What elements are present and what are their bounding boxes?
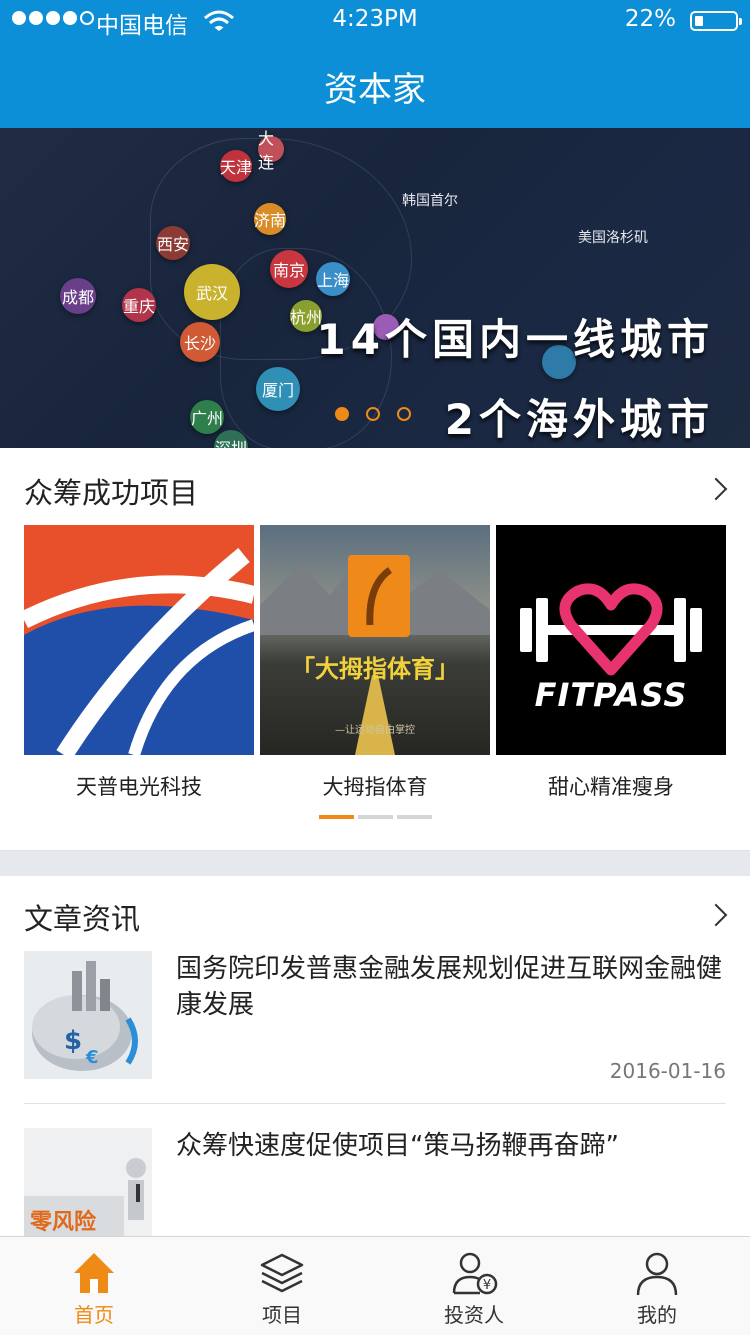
- battery-icon: [690, 11, 742, 31]
- carousel-dot[interactable]: [397, 407, 411, 421]
- section-title-crowdfunding: 众筹成功项目: [24, 476, 199, 510]
- city-bubble: 上海: [316, 262, 350, 296]
- project-image: FITPASS: [496, 525, 726, 755]
- pager-segment: [397, 815, 432, 819]
- tab-label: 首页: [74, 1303, 114, 1327]
- city-bubble: 南京: [270, 250, 308, 288]
- carousel-dot[interactable]: [366, 407, 380, 421]
- article-item[interactable]: $ € 国务院印发普惠金融发展规划促进互联网金融健康发展 2016-01-16: [24, 951, 726, 1083]
- tab-projects[interactable]: 项目: [222, 1237, 342, 1335]
- article-title: 众筹快速度促使项目“策马扬鞭再奋蹄”: [176, 1131, 619, 1161]
- pager-segment: [319, 815, 354, 819]
- article-title: 国务院印发普惠金融发展规划促进互联网金融健康发展: [176, 954, 723, 1020]
- article-item[interactable]: 零风险 众筹快速度促使项目“策马扬鞭再奋蹄”: [24, 1128, 726, 1236]
- city-bubble: 长沙: [180, 322, 220, 362]
- project-image: 「大拇指体育」 —让运动自由掌控: [260, 525, 490, 755]
- project-image-text: FITPASS: [534, 676, 688, 714]
- profile-icon: [636, 1252, 678, 1296]
- city-bubble: 厦门: [256, 367, 300, 411]
- city-label-la: 美国洛杉矶: [578, 230, 648, 246]
- chevron-right-icon[interactable]: [704, 903, 728, 927]
- carousel-dot[interactable]: [335, 407, 349, 421]
- chevron-right-icon[interactable]: [704, 477, 728, 501]
- tab-home[interactable]: 首页: [34, 1237, 154, 1335]
- home-icon: [74, 1253, 114, 1293]
- tab-profile[interactable]: 我的: [597, 1237, 717, 1335]
- project-card[interactable]: FITPASS 甜心精准瘦身: [496, 525, 726, 801]
- article-thumbnail: $ €: [24, 951, 152, 1079]
- city-bubble: 天津: [220, 150, 252, 182]
- list-divider: [24, 1103, 726, 1104]
- project-name: 甜心精准瘦身: [548, 775, 674, 799]
- project-card[interactable]: 天普电光科技: [24, 525, 254, 801]
- project-image-subtext: —让运动自由掌控: [335, 725, 415, 736]
- svg-text:¥: ¥: [483, 1278, 491, 1293]
- promo-banner[interactable]: 大连天津济南西安南京上海成都武汉重庆杭州长沙厦门广州深圳 韩国首尔 美国洛杉矶 …: [0, 128, 750, 448]
- status-bar: 中国电信 4:23PM 22%: [0, 0, 750, 40]
- project-name: 天普电光科技: [76, 775, 202, 799]
- section-divider: [0, 850, 750, 876]
- pager-segment: [358, 815, 393, 819]
- city-label-seoul: 韩国首尔: [402, 193, 458, 209]
- carousel-indicators[interactable]: [335, 407, 411, 421]
- tab-investors[interactable]: ¥ 投资人: [414, 1237, 534, 1335]
- city-bubble: 西安: [156, 226, 190, 260]
- investor-icon: ¥: [452, 1252, 498, 1295]
- city-bubble: 广州: [190, 400, 224, 434]
- tab-label: 投资人: [444, 1303, 504, 1327]
- city-bubble: 武汉: [184, 264, 240, 320]
- city-bubble: 重庆: [122, 288, 156, 322]
- app-header: 中国电信 4:23PM 22% 资本家: [0, 0, 750, 128]
- banner-subheadline: 2个海外城市: [444, 395, 714, 444]
- tab-label: 项目: [262, 1303, 302, 1327]
- article-date: 2016-01-16: [609, 1059, 726, 1083]
- city-bubble: 大连: [258, 129, 284, 172]
- bottom-tab-bar: 首页 项目 ¥ 投资人 我的: [0, 1236, 750, 1335]
- project-name: 大拇指体育: [322, 775, 428, 799]
- city-bubble: 成都: [60, 278, 96, 314]
- project-image: [24, 525, 254, 755]
- article-thumbnail: 零风险: [24, 1128, 152, 1236]
- battery-percentage: 22%: [624, 6, 676, 32]
- banner-headline: 14个国内一线城市: [316, 315, 714, 364]
- svg-text:$: $: [64, 1026, 82, 1056]
- project-card[interactable]: 「大拇指体育」 —让运动自由掌控 大拇指体育: [260, 525, 490, 801]
- page-title: 资本家: [324, 70, 426, 110]
- article-thumbnail-text: 零风险: [30, 1210, 97, 1235]
- project-image-text: 「大拇指体育」: [291, 655, 459, 683]
- project-pager: [319, 815, 432, 819]
- tab-label: 我的: [637, 1303, 677, 1327]
- svg-text:€: €: [85, 1047, 99, 1068]
- layers-icon: [260, 1253, 304, 1293]
- city-bubble: 济南: [254, 203, 286, 235]
- section-title-articles: 文章资讯: [24, 902, 141, 936]
